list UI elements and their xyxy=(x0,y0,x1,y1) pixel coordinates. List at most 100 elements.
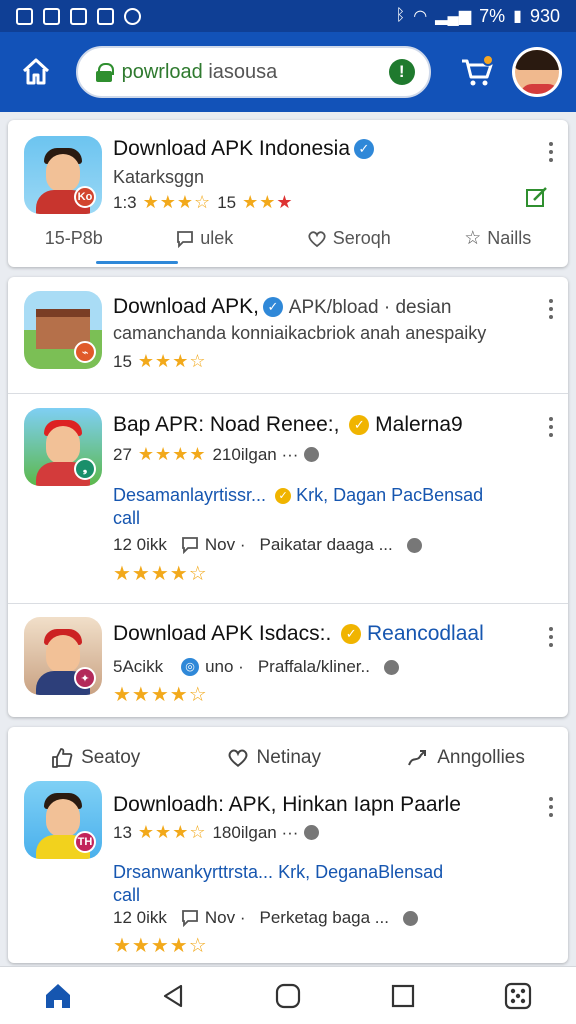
clock-icon xyxy=(406,537,422,553)
link-text[interactable]: call xyxy=(113,885,140,905)
nav-apps[interactable] xyxy=(498,976,538,1016)
more-options-icon[interactable] xyxy=(548,417,554,437)
edit-icon[interactable] xyxy=(524,184,550,210)
home-button[interactable] xyxy=(14,50,58,94)
app-icon[interactable]: ❟ xyxy=(24,408,102,486)
app-title-text: Download APK Indonesia xyxy=(113,137,350,160)
action-label: Anngollies xyxy=(437,747,525,768)
tab-rate[interactable]: ☆ Naills xyxy=(464,227,531,250)
search-value-rest: iasousa xyxy=(208,60,278,83)
rating-row: ★★★★☆ xyxy=(113,561,208,586)
app-info-row: 12 0ikk Nov · Perketag baga ... xyxy=(113,908,418,928)
tab-label: Seroqh xyxy=(332,228,391,248)
app-title-extra[interactable]: Reancodlaal xyxy=(367,622,484,645)
apps-icon xyxy=(505,982,532,1009)
more-options-icon[interactable] xyxy=(548,299,554,319)
rating-row: 13 ★★★☆ 180ilgan ··· xyxy=(113,822,320,843)
more-options-icon[interactable] xyxy=(548,142,554,162)
rating-row: 27 ★★★★ 210ilgan ··· xyxy=(113,444,320,465)
link-text[interactable]: Krk, Dagan PacBensad xyxy=(296,485,483,505)
verified-icon: ✓ xyxy=(275,488,292,504)
rating-row: ★★★★☆ xyxy=(113,682,208,707)
lock-icon xyxy=(95,63,114,82)
verified-icon: ✓ xyxy=(349,415,370,435)
trend-button[interactable]: Anngollies xyxy=(407,747,525,769)
app-icon[interactable]: ✦ xyxy=(24,617,102,695)
results-card: ⌁ Download APK, ✓ APK/bload · desian cama… xyxy=(8,277,568,717)
app-icon[interactable]: TH xyxy=(24,781,102,859)
nav-back[interactable] xyxy=(153,976,193,1016)
verified-icon: ✓ xyxy=(354,139,374,159)
app-size: 12 0ikk xyxy=(113,535,167,554)
clock-icon xyxy=(402,910,418,926)
app-title[interactable]: Downloadh: APK, Hinkan Iapn Paarle xyxy=(113,793,461,817)
like-button[interactable]: Seatoy xyxy=(51,747,140,769)
nav-recents[interactable] xyxy=(383,976,423,1016)
app-title-text: Bap APR: Noad Renee:, xyxy=(113,413,340,436)
tab-label: Naills xyxy=(487,228,532,248)
app-info-row: 5Acikk ◎ uno · Praffala/kliner.. xyxy=(113,657,399,677)
heart-icon xyxy=(228,749,247,767)
rating-row: ★★★★☆ xyxy=(113,933,208,958)
tab-favorite[interactable]: Seroqh xyxy=(307,227,391,250)
verified-icon: ✓ xyxy=(341,624,362,644)
star-outline-icon: ☆ xyxy=(464,228,482,249)
link-text[interactable]: call xyxy=(113,508,140,528)
cart-button[interactable] xyxy=(457,52,497,92)
app-title[interactable]: Download APK, ✓ APK/bload · desian xyxy=(113,295,451,319)
featured-app-card[interactable]: Ko Download APK Indonesia ✓ Katarksggn 1:… xyxy=(8,120,568,267)
search-value-prefix: powrload xyxy=(121,60,203,83)
more-options-icon[interactable] xyxy=(548,627,554,647)
app-publisher: Katarksggn xyxy=(113,167,205,187)
app-icon[interactable]: ⌁ xyxy=(24,291,102,369)
stars-icon: ★★★ xyxy=(242,192,294,212)
link-text[interactable]: Krk, DeganaBlensad xyxy=(278,862,443,882)
search-input[interactable]: powrload iasousa xyxy=(122,61,389,84)
app-links[interactable]: Desamanlayrtissr... ✓ Krk, Dagan PacBens… xyxy=(113,484,553,530)
favorite-button[interactable]: Netinay xyxy=(227,747,321,769)
app-title[interactable]: Bap APR: Noad Renee:, ✓ Malerna9 xyxy=(113,413,463,437)
chat-square-icon xyxy=(181,910,198,927)
circle-home-icon xyxy=(275,983,301,1008)
link-text[interactable]: Desamanlayrtissr... xyxy=(113,485,266,505)
stars-icon: ★★★★☆ xyxy=(113,935,208,957)
app-title-text: Download APK, xyxy=(113,295,259,318)
url-search-bar[interactable]: powrload iasousa ! xyxy=(75,46,431,98)
tab-label: ulek xyxy=(200,228,234,248)
app-badge: Ko xyxy=(74,186,96,208)
app-badge: ❟ xyxy=(74,458,96,480)
app-icon[interactable]: Ko xyxy=(24,136,102,214)
info-icon: ◎ xyxy=(181,658,200,676)
rating-right: 15 xyxy=(217,192,237,212)
photo-icon xyxy=(97,7,114,25)
tab-overview[interactable]: 15-P8b xyxy=(45,227,103,250)
app-title[interactable]: Download APK Isdacs:. ✓ Reancodlaal xyxy=(113,622,484,646)
alert-icon[interactable]: ! xyxy=(388,59,415,85)
nav-home-circle[interactable] xyxy=(268,976,308,1016)
action-label: Netinay xyxy=(256,747,321,768)
app-title[interactable]: Download APK Indonesia ✓ xyxy=(113,137,374,161)
nav-home[interactable] xyxy=(38,976,78,1016)
clock-icon xyxy=(304,825,320,840)
home-icon xyxy=(45,983,70,1008)
app-extra: Praffala/kliner.. xyxy=(257,657,370,676)
battery-icon: ▮ xyxy=(513,8,522,25)
chat-square-icon xyxy=(177,230,194,248)
app-description: camanchanda konniaikacbriok anah anespai… xyxy=(113,323,487,343)
battery-percent: 7% xyxy=(479,5,506,26)
rating-count: 27 xyxy=(113,444,132,464)
verified-icon: ✓ xyxy=(262,297,283,317)
bottom-nav-bar xyxy=(0,966,576,1024)
app-links[interactable]: Drsanwankyrttrsta... Krk, DeganaBlensad … xyxy=(113,861,553,907)
sync-icon xyxy=(124,7,141,25)
chat-square-icon xyxy=(181,537,198,554)
app-title-text: Download APK Isdacs:. xyxy=(113,622,332,645)
status-bar: ᛒ ◠ ▂▄▆ 7% ▮ 930 xyxy=(0,0,576,32)
tab-reviews[interactable]: ulek xyxy=(176,227,233,250)
more-options-icon[interactable] xyxy=(548,797,554,817)
app-extra: Perketag baga ... xyxy=(259,908,389,927)
heart-icon xyxy=(308,230,326,247)
app-badge: TH xyxy=(74,831,96,853)
user-avatar[interactable] xyxy=(512,47,562,97)
link-text[interactable]: Drsanwankyrttrsta... xyxy=(113,862,273,882)
